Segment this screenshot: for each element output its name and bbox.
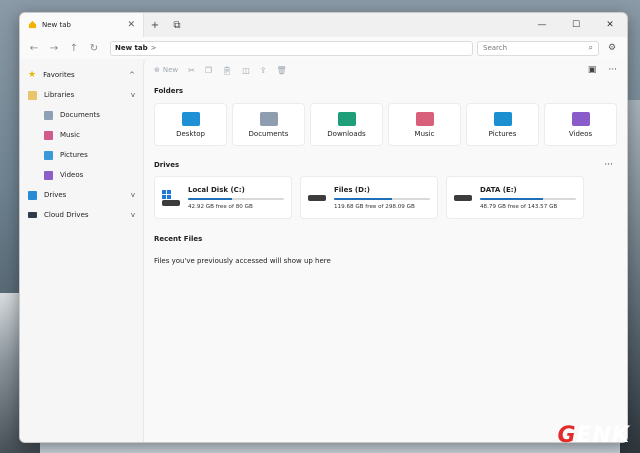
toolbar-right: ▣ ··· — [588, 65, 617, 75]
settings-gear-icon[interactable]: ⚙ — [603, 43, 621, 53]
pictures-folder-icon — [493, 111, 512, 126]
documents-folder-icon — [259, 111, 278, 126]
drives-heading: Drives — [154, 161, 180, 169]
sidebar-item-pictures[interactable]: Pictures — [20, 145, 143, 165]
drive-usage-bar — [480, 197, 576, 200]
drive-free-space: 48.79 GB free of 143.57 GB — [480, 203, 558, 210]
forward-arrow-icon[interactable]: → — [46, 43, 62, 54]
genk-watermark-logo: GENK — [557, 423, 630, 448]
files-app-window: New tab ✕ + ⧉ — ☐ ✕ ← → ↑ ↻ New tab > ⌕ … — [19, 12, 628, 443]
window-controls: — ☐ ✕ — [525, 13, 627, 37]
sidebar-item-videos[interactable]: Videos — [20, 165, 143, 185]
sidebar-item-favorites[interactable]: ★ Favorites ^ — [20, 65, 143, 85]
sidebar-item-cloud-drives[interactable]: Cloud Drives v — [20, 205, 143, 225]
folder-card-pictures[interactable]: Pictures — [466, 103, 539, 146]
sidebar-item-libraries[interactable]: Libraries v — [20, 85, 143, 105]
folders-grid: Desktop Documents Downloads Music Pictur… — [154, 103, 617, 146]
tab-close-icon[interactable]: ✕ — [127, 20, 135, 30]
cloud-drive-icon — [28, 212, 37, 218]
back-arrow-icon[interactable]: ← — [26, 43, 42, 54]
more-options-icon[interactable]: ··· — [608, 65, 617, 75]
share-icon[interactable]: ⇪ — [260, 66, 267, 75]
music-folder-icon — [415, 111, 434, 126]
drive-name: DATA (E:) — [480, 185, 517, 194]
music-icon — [44, 130, 53, 140]
chevron-down-icon[interactable]: v — [131, 191, 135, 199]
tab-title: New tab — [42, 21, 71, 29]
paste-icon[interactable]: 📋︎ — [222, 66, 232, 75]
recent-files-heading: Recent Files — [154, 235, 203, 243]
path-bar[interactable]: New tab > — [110, 40, 473, 56]
drive-usage-bar — [188, 197, 284, 200]
folder-card-music[interactable]: Music — [388, 103, 461, 146]
folders-heading: Folders — [154, 87, 184, 95]
main-content: ⊕ New ✂ ❐ 📋︎ ◫ ⇪ 🗑︎ ▣ ··· Folders Deskto… — [143, 59, 627, 442]
rename-icon[interactable]: ◫ — [242, 66, 250, 75]
close-button[interactable]: ✕ — [593, 13, 627, 37]
drive-free-space: 119.68 GB free of 298.09 GB — [334, 203, 415, 210]
path-separator: > — [150, 44, 157, 52]
up-arrow-icon[interactable]: ↑ — [66, 43, 82, 54]
copy-icon[interactable]: ❐ — [205, 66, 212, 75]
folder-card-desktop[interactable]: Desktop — [154, 103, 227, 146]
drives-grid: Local Disk (C:) 42.92 GB free of 80 GB F… — [154, 176, 617, 219]
hard-drive-icon — [308, 194, 326, 201]
hard-drive-icon — [454, 194, 472, 201]
address-bar: ← → ↑ ↻ New tab > ⌕ ⚙ — [20, 37, 627, 59]
home-icon — [28, 20, 37, 31]
folder-card-videos[interactable]: Videos — [544, 103, 617, 146]
sidebar-item-music[interactable]: Music — [20, 125, 143, 145]
chevron-down-icon[interactable]: v — [131, 91, 135, 99]
star-icon: ★ — [28, 70, 37, 80]
libraries-icon — [28, 90, 37, 100]
add-tab-icon[interactable]: + — [144, 20, 166, 31]
search-icon[interactable]: ⌕ — [589, 43, 593, 53]
new-button[interactable]: ⊕ New — [154, 66, 178, 74]
documents-icon — [44, 110, 53, 120]
delete-icon[interactable]: 🗑︎ — [276, 66, 286, 75]
chevron-up-icon[interactable]: ^ — [129, 71, 135, 79]
cut-icon[interactable]: ✂ — [188, 66, 195, 75]
sidebar-item-documents[interactable]: Documents — [20, 105, 143, 125]
drive-free-space: 42.92 GB free of 80 GB — [188, 203, 253, 210]
sidebar-item-drives[interactable]: Drives v — [20, 185, 143, 205]
drives-more-icon[interactable]: ··· — [604, 160, 613, 170]
chevron-down-icon[interactable]: v — [131, 211, 135, 219]
drive-card-c[interactable]: Local Disk (C:) 42.92 GB free of 80 GB — [154, 176, 292, 219]
plus-icon: ⊕ — [154, 66, 160, 74]
refresh-icon[interactable]: ↻ — [86, 43, 102, 54]
search-input[interactable] — [483, 44, 579, 52]
search-box[interactable]: ⌕ — [477, 40, 599, 56]
drive-name: Local Disk (C:) — [188, 185, 245, 194]
tab-new-tab[interactable]: New tab ✕ — [20, 13, 144, 37]
drive-usage-bar — [334, 197, 430, 200]
toolbar: ⊕ New ✂ ❐ 📋︎ ◫ ⇪ 🗑︎ ▣ ··· — [154, 59, 617, 81]
duplicate-icon[interactable]: ⧉ — [166, 20, 188, 31]
pictures-icon — [44, 150, 53, 160]
videos-icon — [44, 170, 53, 180]
title-bar: New tab ✕ + ⧉ — ☐ ✕ — [20, 13, 627, 37]
folder-card-documents[interactable]: Documents — [232, 103, 305, 146]
path-segment[interactable]: New tab — [115, 44, 148, 52]
downloads-folder-icon — [337, 111, 356, 126]
drives-header: Drives ··· — [154, 160, 617, 170]
windows-drive-icon — [162, 189, 180, 206]
videos-folder-icon — [571, 111, 590, 126]
maximize-button[interactable]: ☐ — [559, 13, 593, 37]
folder-card-downloads[interactable]: Downloads — [310, 103, 383, 146]
desktop-folder-icon — [181, 111, 200, 126]
drive-name: Files (D:) — [334, 185, 370, 194]
layout-icon[interactable]: ▣ — [588, 65, 597, 75]
sidebar: ★ Favorites ^ Libraries v Documents Musi… — [20, 59, 143, 442]
drive-card-e[interactable]: DATA (E:) 48.79 GB free of 143.57 GB — [446, 176, 584, 219]
drive-card-d[interactable]: Files (D:) 119.68 GB free of 298.09 GB — [300, 176, 438, 219]
recent-files-empty-message: Files you've previously accessed will sh… — [154, 257, 331, 265]
drive-icon — [28, 190, 37, 200]
minimize-button[interactable]: — — [525, 13, 559, 37]
